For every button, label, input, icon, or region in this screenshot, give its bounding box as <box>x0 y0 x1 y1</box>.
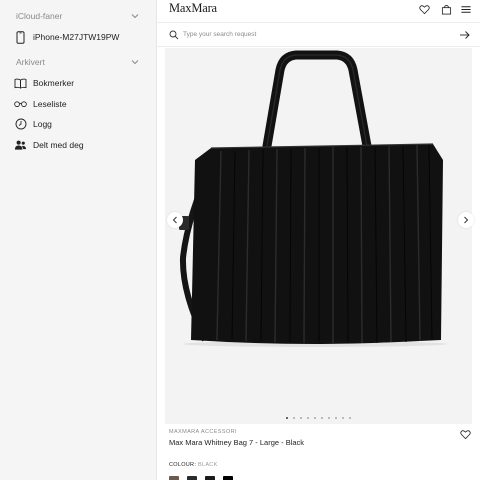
sidebar-item-label: Leseliste <box>33 99 67 109</box>
sidebar-item-device[interactable]: iPhone-M27JTW19PW <box>14 28 146 46</box>
book-icon <box>14 77 27 90</box>
pagination-dot[interactable] <box>321 417 323 419</box>
sidebar-item-label: Bokmerker <box>33 78 75 88</box>
bag-icon[interactable] <box>441 4 452 15</box>
section-label: iCloud-faner <box>16 11 63 21</box>
sidebar-item-label: iPhone-M27JTW19PW <box>33 32 120 42</box>
search-icon[interactable] <box>169 30 179 40</box>
pagination-dot[interactable] <box>286 417 288 419</box>
product-image-gallery[interactable] <box>165 48 474 424</box>
sidebar-item-bookmarks[interactable]: Bokmerker <box>14 74 146 92</box>
sidebar-item-shared-with-you[interactable]: Delt med deg <box>14 136 146 154</box>
people-icon <box>14 139 27 152</box>
pagination-dot[interactable] <box>293 417 295 419</box>
pagination-dot[interactable] <box>314 417 316 419</box>
colour-swatch[interactable] <box>187 476 197 480</box>
sidebar-item-label: Delt med deg <box>33 140 84 150</box>
clock-icon <box>14 118 27 131</box>
colour-swatch[interactable] <box>169 476 179 480</box>
sidebar: iCloud-faner iPhone-M27JTW19PW Arkivert … <box>0 0 157 480</box>
pagination-dot[interactable] <box>335 417 337 419</box>
gallery-pagination-dots <box>157 417 480 419</box>
chevron-right-icon <box>464 216 469 224</box>
chevron-left-icon <box>172 216 177 224</box>
arrow-right-icon[interactable] <box>459 30 470 40</box>
section-label: Arkivert <box>16 57 45 67</box>
gallery-next-button[interactable] <box>458 212 474 228</box>
section-header-icloud-tabs[interactable]: iCloud-faner <box>16 8 140 24</box>
product-brand: MAXMARA ACCESSORI <box>169 429 237 435</box>
pagination-dot[interactable] <box>342 417 344 419</box>
product-name: Max Mara Whitney Bag 7 - Large - Black <box>169 438 305 447</box>
product-image <box>179 50 447 347</box>
search-input[interactable] <box>183 28 433 41</box>
search-bar <box>157 22 480 47</box>
main-content: MaxMara Type your search request MAXMARA… <box>157 0 480 480</box>
pagination-dot[interactable] <box>307 417 309 419</box>
chevron-down-icon[interactable] <box>130 11 140 21</box>
sidebar-item-label: Logg <box>33 119 52 129</box>
heart-icon[interactable] <box>419 4 430 15</box>
heart-icon[interactable] <box>460 429 471 440</box>
phone-icon <box>14 30 27 44</box>
site-header: MaxMara <box>157 0 480 20</box>
section-header-archived[interactable]: Arkivert <box>16 54 140 70</box>
colour-label: COLOUR: <box>169 462 197 468</box>
colour-value: BLACK <box>198 462 218 468</box>
chevron-down-icon[interactable] <box>130 57 140 67</box>
pagination-dot[interactable] <box>349 417 351 419</box>
sidebar-item-reading-list[interactable]: Leseliste <box>14 95 146 113</box>
site-logo[interactable]: MaxMara <box>169 1 217 16</box>
pagination-dot[interactable] <box>328 417 330 419</box>
colour-swatch[interactable] <box>205 476 215 480</box>
menu-icon[interactable] <box>460 4 472 15</box>
colour-swatch[interactable] <box>223 476 233 480</box>
gallery-prev-button[interactable] <box>167 212 183 228</box>
colour-selector-label: COLOUR: BLACK <box>169 462 218 468</box>
glasses-icon <box>14 98 27 111</box>
pagination-dot[interactable] <box>300 417 302 419</box>
sidebar-item-history[interactable]: Logg <box>14 115 146 133</box>
